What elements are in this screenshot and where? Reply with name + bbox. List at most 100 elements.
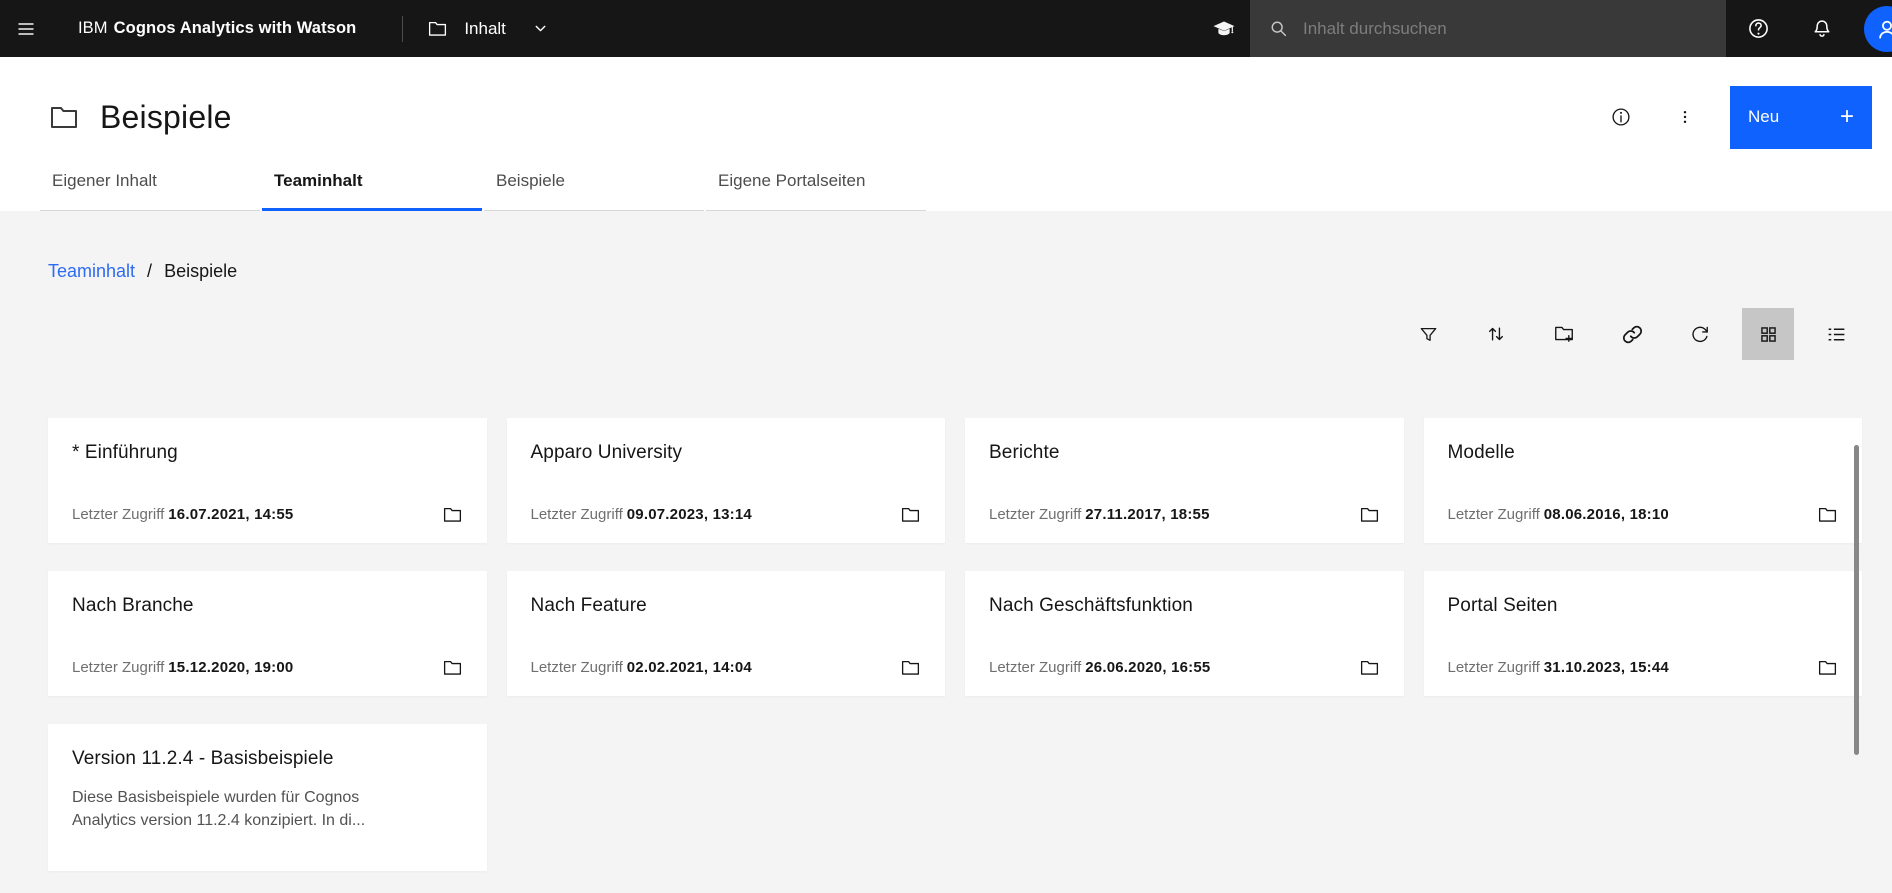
list-view-icon [1826, 324, 1847, 345]
vertical-scrollbar[interactable] [1854, 445, 1859, 755]
breadcrumb-current: Beispiele [164, 261, 238, 281]
plus-icon: + [1839, 103, 1854, 130]
tab-eigene-portalseiten[interactable]: Eigene Portalseiten [706, 165, 926, 211]
card-description: Diese Basisbeispiele wurden für Cognos A… [72, 789, 366, 829]
tab-eigener-inhalt[interactable]: Eigener Inhalt [40, 165, 260, 211]
page-title: Beispiele [100, 98, 232, 135]
global-search [1250, 0, 1726, 57]
refresh-button[interactable] [1674, 308, 1726, 360]
folder-card[interactable]: Modelle Letzter Zugriff 08.06.2016, 18:10 [1423, 418, 1862, 543]
brand-name: Cognos Analytics with Watson [113, 19, 357, 37]
card-date: 15.12.2020, 19:00 [168, 659, 294, 676]
folder-plus-icon [1553, 323, 1575, 345]
card-title: Apparo University [530, 442, 683, 463]
sort-button[interactable] [1470, 308, 1522, 360]
chevron-down-icon [532, 20, 549, 37]
card-meta: Letzter Zugriff 02.02.2021, 14:04 [531, 657, 922, 678]
folder-card[interactable]: Portal Seiten Letzter Zugriff 31.10.2023,… [1423, 571, 1862, 696]
content-area: Teaminhalt / Beispiele * Einführung Letz… [0, 211, 1892, 893]
brand-prefix: IBM [78, 19, 108, 37]
card-meta: Letzter Zugriff 31.10.2023, 15:44 [1448, 657, 1839, 678]
card-meta-label: Letzter Zugriff [530, 659, 623, 676]
list-view-button[interactable] [1810, 308, 1862, 360]
card-meta-text: Letzter Zugriff 15.12.2020, 19:00 [72, 659, 293, 676]
page-header: Beispiele Neu + Eigener Inhalt Teaminhal… [0, 57, 1892, 211]
notifications-button[interactable] [1796, 0, 1848, 57]
new-button[interactable]: Neu + [1730, 85, 1872, 149]
card-meta-text: Letzter Zugriff 08.06.2016, 18:10 [1448, 506, 1669, 523]
card-title: Berichte [989, 442, 1060, 463]
info-icon [1609, 105, 1633, 129]
tab-teaminhalt[interactable]: Teaminhalt [262, 165, 482, 211]
folder-icon [1817, 504, 1838, 525]
sort-icon [1485, 323, 1507, 345]
card-meta-text: Letzter Zugriff 31.10.2023, 15:44 [1448, 659, 1669, 676]
card-meta: Letzter Zugriff 09.07.2023, 13:14 [531, 504, 922, 525]
card-date: 27.11.2017, 18:55 [1085, 506, 1210, 523]
folder-card[interactable]: Nach Geschäftsfunktion Letzter Zugriff 26… [965, 571, 1404, 696]
content-nav-switcher[interactable]: Inhalt [403, 0, 571, 57]
grid-view-button[interactable] [1742, 308, 1794, 360]
card-meta-text: Letzter Zugriff 27.11.2017, 18:55 [989, 506, 1210, 523]
list-toolbar [0, 308, 1862, 360]
learning-button[interactable] [1198, 0, 1250, 57]
card-date: 31.10.2023, 15:44 [1543, 659, 1669, 676]
card-title: Version 11.2.4 - Basisbeispiele [72, 748, 334, 769]
search-input[interactable] [1303, 18, 1714, 39]
overflow-menu-button[interactable] [1662, 94, 1708, 140]
help-icon [1746, 16, 1771, 41]
new-folder-button[interactable] [1538, 308, 1590, 360]
folder-card[interactable]: Nach Feature Letzter Zugriff 02.02.2021, … [506, 571, 945, 696]
folder-icon [442, 657, 463, 678]
card-date: 26.06.2020, 16:55 [1085, 659, 1211, 676]
app-brand: IBM Cognos Analytics with Watson [78, 19, 356, 38]
folder-card[interactable]: Berichte Letzter Zugriff 27.11.2017, 18:5… [965, 418, 1404, 543]
new-button-label: Neu [1748, 107, 1780, 126]
folder-icon [1359, 657, 1380, 678]
card-date: 02.02.2021, 14:04 [626, 659, 752, 676]
folder-icon [1359, 504, 1380, 525]
nav-switcher-label: Inhalt [464, 18, 506, 38]
cards-grid: * Einführung Letzter Zugriff 16.07.2021, … [48, 418, 1862, 871]
folder-icon [1817, 657, 1838, 678]
card-meta-text: Letzter Zugriff 16.07.2021, 14:55 [72, 506, 293, 523]
card-meta-label: Letzter Zugriff [1447, 506, 1540, 523]
card-date: 08.06.2016, 18:10 [1543, 506, 1669, 523]
folder-card[interactable]: Version 11.2.4 - Basisbeispiele Diese Ba… [48, 724, 487, 871]
card-title: Nach Geschäftsfunktion [989, 595, 1193, 616]
card-date: 09.07.2023, 13:14 [626, 506, 752, 523]
card-meta-label: Letzter Zugriff [530, 506, 623, 523]
search-icon [1268, 18, 1289, 39]
folder-icon [427, 18, 448, 39]
breadcrumb-parent-link[interactable]: Teaminhalt [48, 261, 135, 282]
card-meta-text: Letzter Zugriff 26.06.2020, 16:55 [989, 659, 1210, 676]
card-meta-label: Letzter Zugriff [989, 506, 1082, 523]
card-meta-text: Letzter Zugriff 02.02.2021, 14:04 [531, 659, 752, 676]
filter-button[interactable] [1402, 308, 1454, 360]
folder-card[interactable]: * Einführung Letzter Zugriff 16.07.2021, … [48, 418, 487, 543]
kebab-icon [1674, 106, 1696, 128]
card-meta-label: Letzter Zugriff [1447, 659, 1540, 676]
content-tabs: Eigener Inhalt Teaminhalt Beispiele Eige… [40, 165, 1892, 211]
person-icon [1874, 16, 1892, 42]
grid-view-icon [1758, 324, 1779, 345]
card-meta: Letzter Zugriff 16.07.2021, 14:55 [72, 504, 463, 525]
folder-card[interactable]: Nach Branche Letzter Zugriff 15.12.2020, … [48, 571, 487, 696]
info-button[interactable] [1598, 94, 1644, 140]
help-button[interactable] [1732, 0, 1784, 57]
folder-card[interactable]: Apparo University Letzter Zugriff 09.07.2… [506, 418, 945, 543]
hamburger-menu-button[interactable] [2, 0, 50, 57]
tab-beispiele[interactable]: Beispiele [484, 165, 704, 211]
user-avatar[interactable] [1864, 5, 1892, 52]
card-title: Portal Seiten [1447, 595, 1558, 616]
card-date: 16.07.2021, 14:55 [168, 506, 294, 523]
graduation-cap-icon [1212, 17, 1236, 41]
link-button[interactable] [1606, 308, 1658, 360]
folder-icon [442, 504, 463, 525]
link-icon [1622, 324, 1643, 345]
card-meta: Letzter Zugriff 15.12.2020, 19:00 [72, 657, 463, 678]
card-meta-label: Letzter Zugriff [989, 659, 1082, 676]
card-meta-text: Letzter Zugriff 09.07.2023, 13:14 [531, 506, 752, 523]
hamburger-icon [16, 19, 36, 39]
card-meta-label: Letzter Zugriff [72, 506, 165, 523]
